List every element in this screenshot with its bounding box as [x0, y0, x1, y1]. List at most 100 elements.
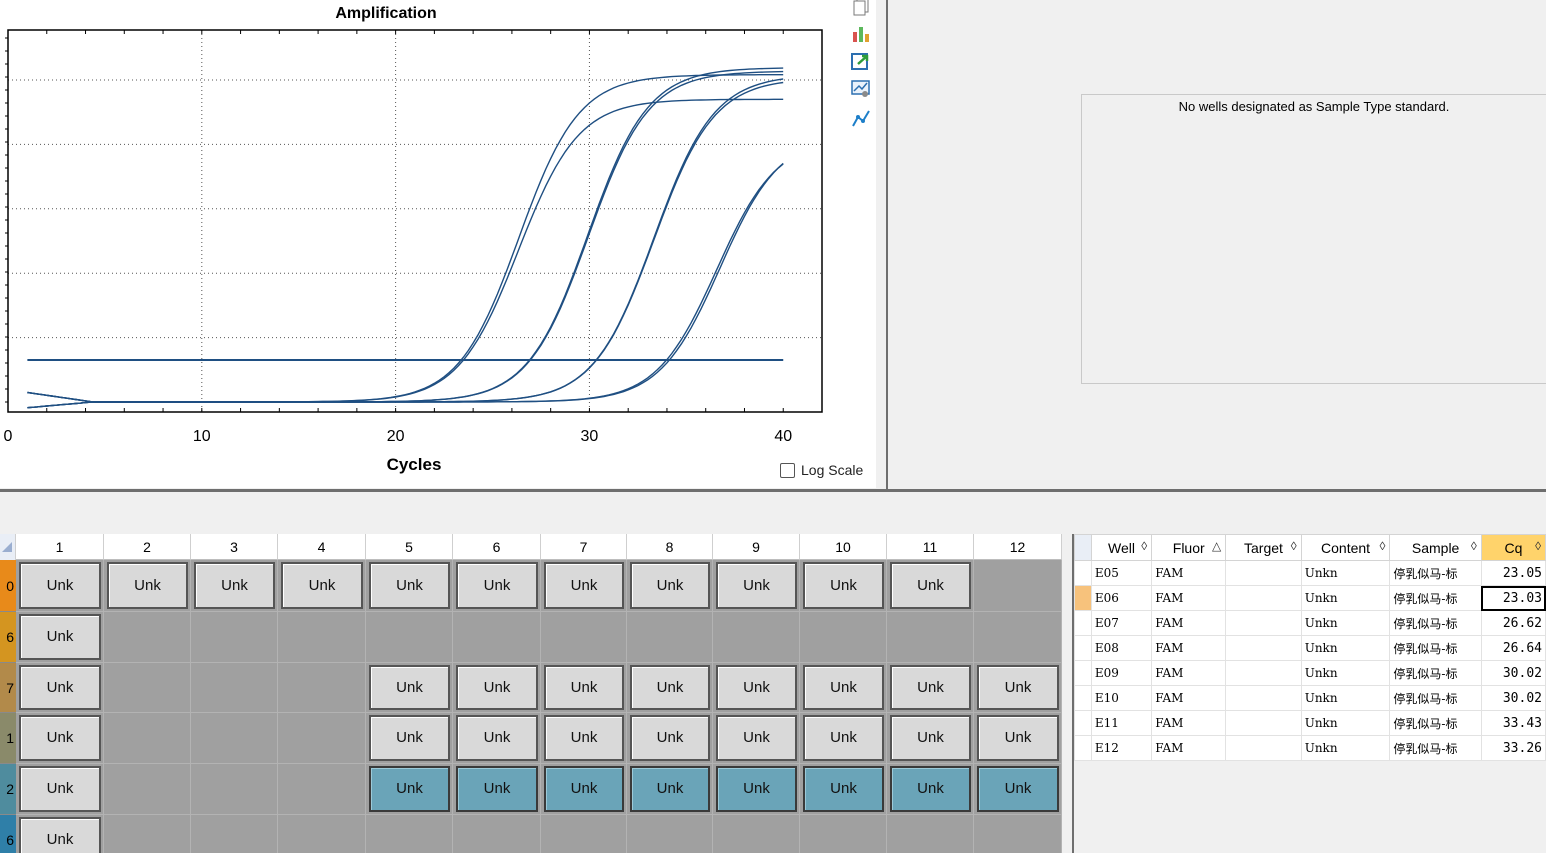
plate-well[interactable]: Unk	[194, 562, 275, 609]
plate-well[interactable]: Unk	[890, 665, 971, 710]
table-cell-cq[interactable]: 23.05	[1480, 560, 1546, 586]
plate-well[interactable]: Unk	[977, 665, 1059, 710]
plate-well[interactable]: Unk	[890, 766, 971, 812]
table-row[interactable]: E06 FAM Unkn 停乳似马-标 23.03	[1074, 585, 1546, 611]
table-cell-cq[interactable]: 26.62	[1480, 610, 1546, 636]
plate-well[interactable]: Unk	[803, 715, 884, 761]
select-all-corner[interactable]	[0, 534, 16, 560]
copy-icon[interactable]	[850, 0, 872, 18]
plate-well[interactable]: Unk	[890, 715, 971, 761]
table-cell-target[interactable]	[1225, 710, 1302, 736]
plate-row-header[interactable]: 0	[0, 560, 16, 612]
plate-well[interactable]: Unk	[19, 665, 101, 710]
column-header-target[interactable]: Target ◊	[1225, 534, 1302, 561]
table-cell-well[interactable]: E06	[1090, 585, 1153, 611]
plate-well[interactable]: Unk	[803, 562, 884, 609]
table-cell-target[interactable]	[1225, 735, 1302, 761]
table-cell-fluor[interactable]: FAM	[1151, 560, 1227, 586]
plate-well[interactable]: Unk	[456, 665, 538, 710]
table-cell-cq[interactable]: 30.02	[1480, 660, 1546, 686]
table-cell-content[interactable]: Unkn	[1300, 710, 1391, 736]
table-cell-sample[interactable]: 停乳似马-标	[1389, 610, 1482, 636]
row-marker[interactable]	[1074, 635, 1092, 661]
log-scale-toggle[interactable]: Log Scale	[780, 462, 863, 478]
plate-well[interactable]: Unk	[281, 562, 363, 609]
row-marker[interactable]	[1074, 660, 1092, 686]
table-cell-well[interactable]: E08	[1090, 635, 1153, 661]
row-marker[interactable]	[1074, 560, 1092, 586]
row-marker[interactable]	[1074, 610, 1092, 636]
table-cell-target[interactable]	[1225, 635, 1302, 661]
plate-well[interactable]: Unk	[369, 766, 450, 812]
plate-well[interactable]: Unk	[19, 614, 101, 660]
table-cell-sample[interactable]: 停乳似马-标	[1389, 685, 1482, 711]
table-cell-sample[interactable]: 停乳似马-标	[1389, 560, 1482, 586]
plate-row-header[interactable]: 1	[0, 713, 16, 764]
plate-well[interactable]: Unk	[630, 562, 710, 609]
table-cell-target[interactable]	[1225, 585, 1302, 611]
plate-well[interactable]: Unk	[544, 665, 624, 710]
column-header-cq[interactable]: Cq ◊	[1480, 534, 1546, 561]
plate-well[interactable]: Unk	[630, 766, 710, 812]
table-cell-well[interactable]: E09	[1090, 660, 1153, 686]
plate-well[interactable]: Unk	[19, 562, 101, 609]
table-cell-sample[interactable]: 停乳似马-标	[1389, 660, 1482, 686]
table-row[interactable]: E08 FAM Unkn 停乳似马-标 26.64	[1074, 635, 1546, 661]
plate-column-header[interactable]: 5	[366, 534, 453, 560]
row-marker[interactable]	[1074, 585, 1092, 611]
log-scale-checkbox[interactable]	[780, 462, 795, 478]
plate-well[interactable]: Unk	[107, 562, 188, 609]
table-cell-fluor[interactable]: FAM	[1151, 635, 1227, 661]
plate-column-header[interactable]: 4	[278, 534, 366, 560]
table-cell-fluor[interactable]: FAM	[1151, 610, 1227, 636]
table-cell-cq[interactable]: 33.43	[1480, 710, 1546, 736]
plate-column-header[interactable]: 1	[16, 534, 104, 560]
plate-well[interactable]: Unk	[630, 665, 710, 710]
plate-well[interactable]: Unk	[19, 715, 101, 761]
table-cell-target[interactable]	[1225, 685, 1302, 711]
plate-row-header[interactable]: 6	[0, 815, 16, 853]
table-cell-fluor[interactable]: FAM	[1151, 735, 1227, 761]
plate-well[interactable]: Unk	[803, 665, 884, 710]
plate-well[interactable]: Unk	[544, 715, 624, 761]
row-marker[interactable]	[1074, 735, 1092, 761]
row-marker[interactable]	[1074, 685, 1092, 711]
line-style-icon[interactable]	[850, 108, 872, 130]
table-cell-target[interactable]	[1225, 560, 1302, 586]
table-cell-content[interactable]: Unkn	[1300, 635, 1391, 661]
plate-column-header[interactable]: 3	[191, 534, 278, 560]
column-header-sample[interactable]: Sample ◊	[1389, 534, 1482, 561]
plate-well[interactable]: Unk	[977, 766, 1059, 812]
table-row[interactable]: E09 FAM Unkn 停乳似马-标 30.02	[1074, 660, 1546, 686]
plate-well[interactable]: Unk	[716, 766, 797, 812]
plate-column-header[interactable]: 12	[974, 534, 1062, 560]
table-cell-fluor[interactable]: FAM	[1151, 710, 1227, 736]
plate-well[interactable]: Unk	[19, 766, 101, 812]
table-cell-content[interactable]: Unkn	[1300, 660, 1391, 686]
plate-well[interactable]: Unk	[456, 715, 538, 761]
vertical-splitter[interactable]	[878, 0, 888, 490]
plate-well[interactable]: Unk	[544, 766, 624, 812]
plate-well[interactable]: Unk	[890, 562, 971, 609]
table-row[interactable]: E11 FAM Unkn 停乳似马-标 33.43	[1074, 710, 1546, 736]
table-cell-cq[interactable]: 26.64	[1480, 635, 1546, 661]
table-cell-well[interactable]: E07	[1090, 610, 1153, 636]
table-row[interactable]: E07 FAM Unkn 停乳似马-标 26.62	[1074, 610, 1546, 636]
row-marker[interactable]	[1074, 710, 1092, 736]
table-row[interactable]: E12 FAM Unkn 停乳似马-标 33.26	[1074, 735, 1546, 761]
horizontal-splitter[interactable]	[0, 489, 1546, 492]
table-cell-sample[interactable]: 停乳似马-标	[1389, 635, 1482, 661]
plate-well[interactable]: Unk	[977, 715, 1059, 761]
plate-row-header[interactable]: 7	[0, 663, 16, 713]
plate-column-header[interactable]: 2	[104, 534, 191, 560]
plate-well[interactable]: Unk	[369, 562, 450, 609]
table-cell-content[interactable]: Unkn	[1300, 560, 1391, 586]
table-cell-fluor[interactable]: FAM	[1151, 685, 1227, 711]
plate-well[interactable]: Unk	[716, 665, 797, 710]
table-row[interactable]: E10 FAM Unkn 停乳似马-标 30.02	[1074, 685, 1546, 711]
table-cell-content[interactable]: Unkn	[1300, 685, 1391, 711]
plate-well[interactable]: Unk	[803, 766, 884, 812]
plate-well[interactable]: Unk	[369, 715, 450, 761]
plate-well[interactable]: Unk	[544, 562, 624, 609]
plate-row-header[interactable]: 2	[0, 764, 16, 815]
